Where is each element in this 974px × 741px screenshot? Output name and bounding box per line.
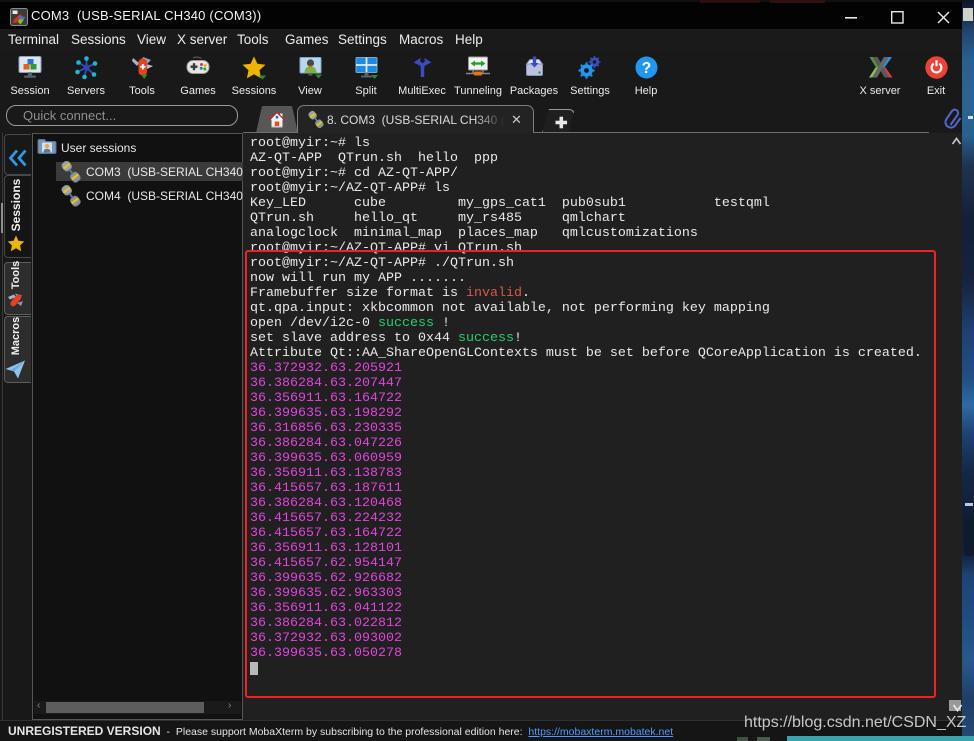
svg-text:?: ? [641, 60, 650, 77]
